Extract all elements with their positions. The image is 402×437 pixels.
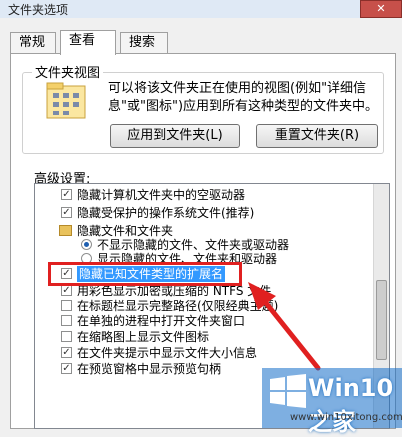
reset-folders-button[interactable]: 重置文件夹(R) [256, 124, 378, 148]
watermark-brand: Win10 之家 [308, 374, 394, 436]
list-item-label: 在标题栏显示完整路径(仅限经典主题) [77, 299, 279, 313]
window-title: 文件夹选项 [8, 3, 69, 17]
folder-icon [59, 225, 72, 236]
tab-view[interactable]: 查看 [60, 30, 116, 55]
checkbox-checked-icon[interactable]: ✓ [61, 207, 72, 218]
list-item-label: 在文件夹提示中显示文件大小信息 [77, 346, 258, 360]
list-item-label: 在预览窗格中显示预览句柄 [77, 362, 222, 376]
list-item-label: 隐藏受保护的操作系统文件(推荐) [77, 206, 255, 220]
radio-selected-icon[interactable] [81, 239, 92, 250]
list-item-label: 在单独的进程中打开文件夹窗口 [77, 314, 246, 328]
list-item[interactable]: 在缩略图上显示文件图标 [35, 329, 365, 345]
list-item[interactable]: ✓ 在文件夹提示中显示文件大小信息 [35, 345, 365, 361]
folder-view-icon [46, 82, 86, 119]
checkbox-checked-icon[interactable]: ✓ [61, 363, 72, 374]
list-item[interactable]: 在标题栏显示完整路径(仅限经典主题) [35, 298, 365, 314]
windows-logo-icon [270, 374, 306, 408]
checkbox-unchecked-icon[interactable] [61, 331, 72, 342]
list-item[interactable]: ✓ 隐藏受保护的操作系统文件(推荐) [35, 205, 365, 221]
title-bar: 文件夹选项 ✕ [0, 0, 402, 18]
list-item-label: 在缩略图上显示文件图标 [77, 330, 210, 344]
checkbox-checked-icon[interactable]: ✓ [61, 347, 72, 358]
apply-to-folders-button[interactable]: 应用到文件夹(L) [110, 124, 240, 148]
checkbox-checked-icon[interactable]: ✓ [61, 285, 72, 296]
list-item[interactable]: 在单独的进程中打开文件夹窗口 [35, 313, 365, 329]
list-item-label: 隐藏计算机文件夹中的空驱动器 [77, 188, 246, 202]
folder-views-description: 可以将该文件夹正在使用的视图(例如"详细信息"或"图标")应用到所有这种类型的文… [108, 81, 379, 114]
folder-options-dialog: 文件夹选项 ✕ 常规 查看 搜索 文件夹视图 可以将该文件夹正在使用的视图(例如… [0, 0, 402, 436]
scrollbar-thumb[interactable] [376, 280, 387, 360]
folder-views-label: 文件夹视图 [32, 62, 104, 81]
checkbox-unchecked-icon[interactable] [61, 300, 72, 311]
tab-search[interactable]: 搜索 [120, 32, 168, 54]
checkbox-unchecked-icon[interactable] [61, 315, 72, 326]
close-icon[interactable]: ✕ [360, 0, 402, 18]
checkbox-checked-icon[interactable]: ✓ [61, 189, 72, 200]
tab-general[interactable]: 常规 [10, 32, 56, 54]
annotation-highlight-box [48, 262, 242, 286]
list-item[interactable]: ✓ 隐藏计算机文件夹中的空驱动器 [35, 187, 365, 203]
watermark-url: www.win10xitong.com [290, 412, 402, 423]
